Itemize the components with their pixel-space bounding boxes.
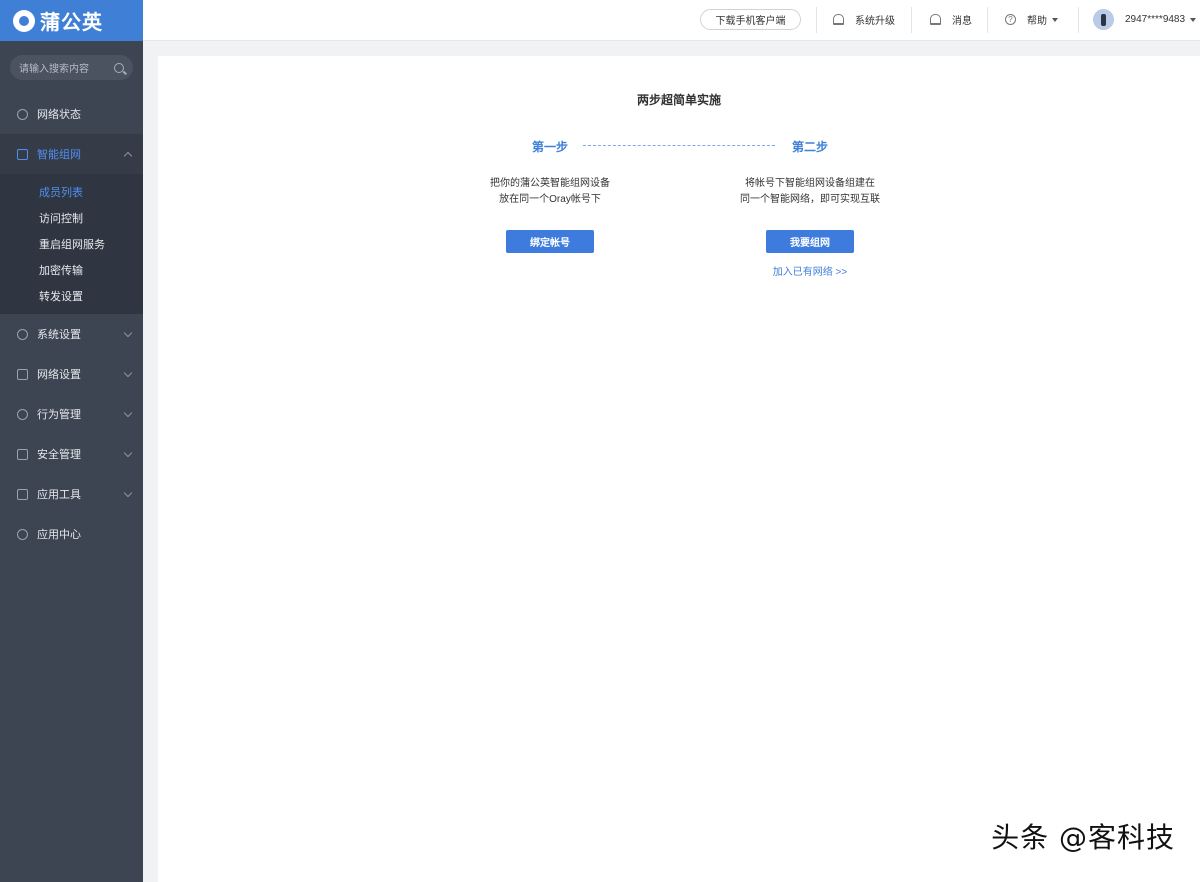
sidebar-item-behavior-management[interactable]: 行为管理 (0, 394, 143, 434)
user-name: 2947****9483 (1125, 14, 1186, 25)
user-menu-button[interactable]: 2947****9483 (1093, 9, 1197, 30)
submenu-item-access-control[interactable]: 访问控制 (0, 205, 143, 231)
messages-button[interactable]: 消息 (930, 12, 972, 27)
bind-account-button[interactable]: 绑定帐号 (506, 230, 594, 253)
step-two-label: 第二步 (792, 140, 829, 154)
system-upgrade-button[interactable]: 系统升级 (833, 12, 895, 27)
chevron-down-icon (123, 368, 133, 378)
sidebar-item-label: 系统设置 (37, 329, 81, 341)
sidebar-item-smart-network[interactable]: 智能组网 (0, 134, 143, 174)
bell-icon (930, 14, 941, 25)
search-icon[interactable] (114, 62, 124, 73)
chevron-down-icon (123, 488, 133, 498)
main-content: 两步超简单实施 第一步 第二步 把你的蒲公英智能组网设备 放在同一个Oray帐号… (158, 56, 1200, 882)
help-icon: ? (1005, 14, 1016, 25)
network-settings-icon (17, 368, 28, 380)
avatar (1093, 9, 1114, 30)
dandelion-logo-icon (13, 9, 35, 32)
download-app-button[interactable]: 下载手机客户端 (700, 9, 801, 30)
system-upgrade-label: 系统升级 (855, 16, 895, 27)
submenu-item-restart-service[interactable]: 重启组网服务 (0, 231, 143, 257)
app-center-icon (17, 528, 28, 540)
step-two-desc-line: 同一个智能网络，即可实现互联 (740, 194, 880, 205)
step-one-desc-line: 放在同一个Oray帐号下 (499, 194, 601, 205)
divider (911, 7, 912, 33)
behavior-management-icon (17, 408, 28, 420)
sidebar-item-label: 应用中心 (37, 529, 81, 541)
submenu-item-encrypted-transfer[interactable]: 加密传输 (0, 257, 143, 283)
step-one-desc-line: 把你的蒲公英智能组网设备 (490, 178, 610, 189)
sidebar-item-network-status[interactable]: 网络状态 (0, 94, 143, 134)
sidebar-item-app-center[interactable]: 应用中心 (0, 514, 143, 554)
sidebar-item-label: 智能组网 (37, 149, 81, 161)
step-connector (583, 145, 775, 146)
network-status-icon (17, 108, 28, 120)
page-title: 两步超简单实施 (636, 93, 721, 107)
divider (1078, 7, 1079, 33)
logo-bar[interactable]: 蒲公英 (0, 0, 143, 41)
sidebar-search[interactable]: 请输入搜索内容 (10, 55, 133, 80)
help-menu-button[interactable]: ? 帮助 (1005, 12, 1058, 27)
step-one-label: 第一步 (532, 140, 569, 154)
top-bar: 下载手机客户端 系统升级 消息 ? 帮助 2947****9483 (143, 0, 1200, 41)
divider (987, 7, 988, 33)
search-input[interactable]: 请输入搜索内容 (19, 60, 114, 75)
upgrade-icon (833, 14, 844, 25)
watermark: 头条 @客科技 (991, 821, 1175, 854)
submenu-item-forward-settings[interactable]: 转发设置 (0, 283, 143, 309)
sidebar-item-network-settings[interactable]: 网络设置 (0, 354, 143, 394)
sidebar-item-label: 安全管理 (37, 449, 81, 461)
sidebar-item-label: 网络状态 (37, 109, 81, 121)
create-network-button[interactable]: 我要组网 (766, 230, 854, 253)
submenu-item-members[interactable]: 成员列表 (0, 179, 143, 205)
sidebar-item-label: 网络设置 (37, 369, 81, 381)
sidebar: 蒲公英 请输入搜索内容 网络状态 智能组网 成员列表 访问控制 重启组网服务 加… (0, 0, 143, 882)
chevron-up-icon (123, 151, 133, 161)
chevron-down-icon (123, 328, 133, 338)
divider (816, 7, 817, 33)
join-existing-network-link[interactable]: 加入已有网络 >> (748, 263, 872, 278)
sidebar-item-app-tools[interactable]: 应用工具 (0, 474, 143, 514)
step-two-desc-line: 将帐号下智能组网设备组建在 (745, 178, 875, 189)
system-settings-icon (17, 328, 28, 340)
sidebar-item-label: 应用工具 (37, 489, 81, 501)
security-management-icon (17, 448, 28, 460)
caret-down-icon (1052, 17, 1058, 22)
chevron-down-icon (123, 408, 133, 418)
sidebar-item-security-management[interactable]: 安全管理 (0, 434, 143, 474)
smart-network-submenu: 成员列表 访问控制 重启组网服务 加密传输 转发设置 (0, 174, 143, 314)
sidebar-menu: 网络状态 智能组网 成员列表 访问控制 重启组网服务 加密传输 转发设置 系统设… (0, 94, 143, 554)
caret-down-icon (1190, 17, 1197, 22)
app-tools-icon (17, 488, 28, 500)
smart-network-icon (17, 148, 28, 160)
sidebar-item-label: 行为管理 (37, 409, 81, 421)
step-two-description: 将帐号下智能组网设备组建在 同一个智能网络，即可实现互联 (710, 176, 910, 208)
help-label: 帮助 (1027, 16, 1047, 27)
step-one-description: 把你的蒲公英智能组网设备 放在同一个Oray帐号下 (450, 176, 650, 208)
sidebar-item-system-settings[interactable]: 系统设置 (0, 314, 143, 354)
messages-label: 消息 (952, 16, 972, 27)
logo-text: 蒲公英 (40, 12, 103, 34)
chevron-down-icon (123, 448, 133, 458)
